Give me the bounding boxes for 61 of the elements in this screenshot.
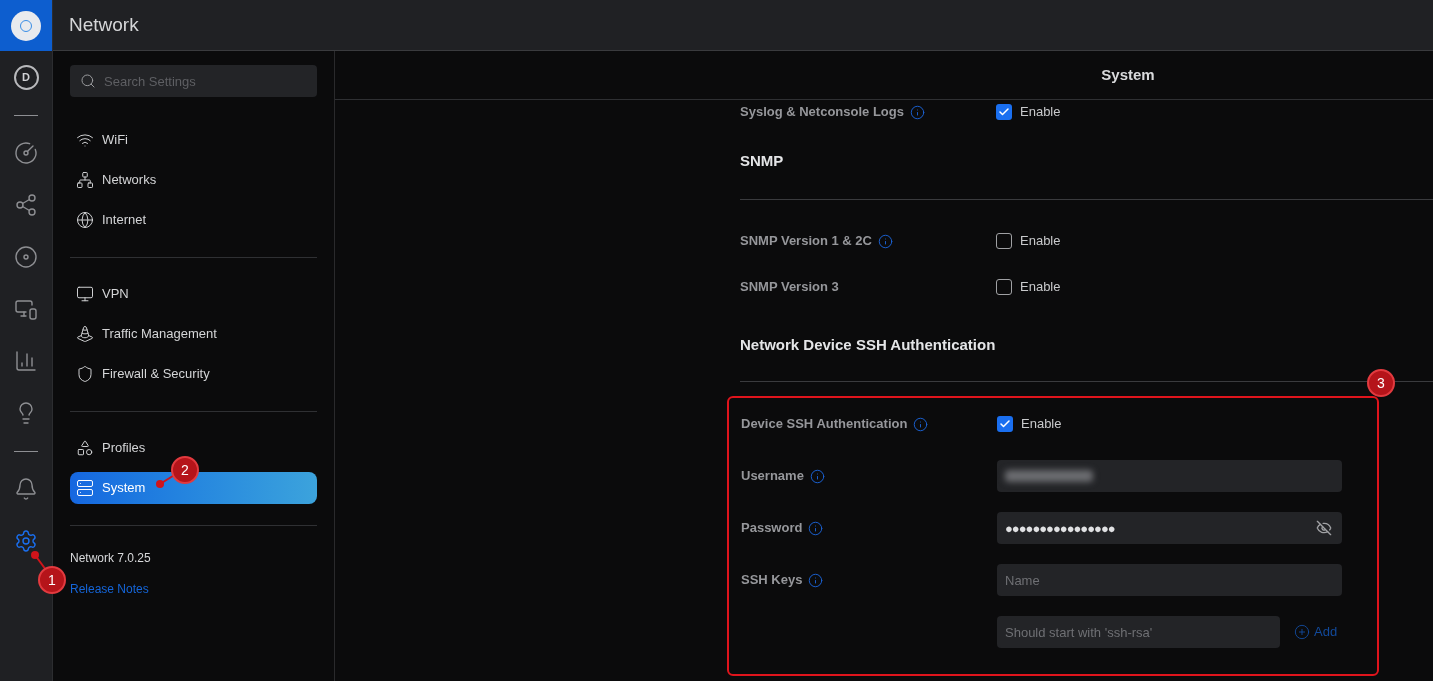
info-icon[interactable] — [878, 233, 893, 249]
setting-label: Device SSH Authentication — [741, 415, 908, 434]
section-heading: Network Device SSH Authentication — [740, 335, 996, 356]
version-label: Network 7.0.25 — [70, 550, 152, 567]
setting-label: Password — [741, 519, 803, 538]
search-icon — [80, 73, 96, 89]
sidebar-item[interactable]: Internet — [70, 204, 317, 236]
shapes-icon — [76, 439, 94, 457]
bar-chart-icon[interactable] — [14, 349, 38, 373]
info-icon[interactable] — [808, 572, 824, 588]
info-icon[interactable] — [910, 104, 925, 120]
checkbox[interactable] — [996, 233, 1012, 249]
sidebar-item[interactable]: Firewall & Security — [70, 358, 317, 390]
setting-label: SSH Keys — [741, 571, 803, 590]
password-field[interactable]: ●●●●●●●●●●●●●●●● — [997, 512, 1342, 544]
section-heading: SNMP — [740, 151, 784, 172]
setting-label: SNMP Version 1 & 2C — [740, 232, 872, 251]
server-icon — [76, 479, 94, 497]
search-field[interactable]: Search Settings — [70, 65, 317, 97]
sidebar-item[interactable]: Traffic Management — [70, 318, 317, 350]
ssh-key-field[interactable]: Should start with 'ssh-rsa' — [997, 616, 1280, 648]
checkbox[interactable] — [997, 416, 1013, 432]
hide-password-icon[interactable] — [1316, 520, 1332, 536]
traffic-cone-icon — [76, 325, 94, 343]
globe-icon — [76, 211, 94, 229]
app-title: Network — [69, 12, 139, 37]
leader-line — [31, 551, 47, 571]
checkbox[interactable] — [996, 279, 1012, 295]
checkbox-label: Enable — [1020, 232, 1061, 251]
app-logo[interactable] — [0, 0, 52, 51]
checkbox-label: Enable — [1020, 103, 1061, 122]
ssh-key-name-field[interactable]: Name — [997, 564, 1342, 596]
sidebar-item[interactable]: WiFi — [70, 124, 317, 156]
gauge-icon[interactable] — [14, 141, 38, 165]
devices-icon[interactable] — [14, 297, 38, 321]
shield-icon — [76, 365, 94, 383]
setting-label: SNMP Version 3 — [740, 278, 839, 297]
checkbox-label: Enable — [1020, 278, 1061, 297]
avatar[interactable]: D — [13, 64, 39, 90]
setting-label: Username — [741, 467, 804, 486]
checkbox-label: Enable — [1021, 415, 1062, 434]
network-icon — [76, 171, 94, 189]
page-title: System — [1100, 64, 1156, 85]
settings-icon[interactable] — [14, 529, 38, 553]
plus-icon — [1294, 624, 1310, 640]
info-icon[interactable] — [808, 520, 824, 536]
annotation-marker: 3 — [1367, 369, 1395, 397]
checkbox[interactable] — [996, 104, 1012, 120]
setting-label: Syslog & Netconsole Logs — [740, 103, 904, 122]
username-field[interactable] — [997, 460, 1342, 492]
check-icon — [999, 418, 1011, 430]
sidebar-item[interactable]: VPN — [70, 278, 317, 310]
monitor-icon — [76, 285, 94, 303]
bell-icon[interactable] — [14, 477, 38, 501]
topology-icon[interactable] — [14, 193, 38, 217]
release-notes-link[interactable]: Release Notes — [70, 580, 317, 598]
info-icon[interactable] — [809, 468, 825, 484]
check-icon — [998, 106, 1010, 118]
disc-icon[interactable] — [14, 245, 38, 269]
sidebar-item[interactable]: Networks — [70, 164, 317, 196]
info-icon[interactable] — [913, 416, 929, 432]
